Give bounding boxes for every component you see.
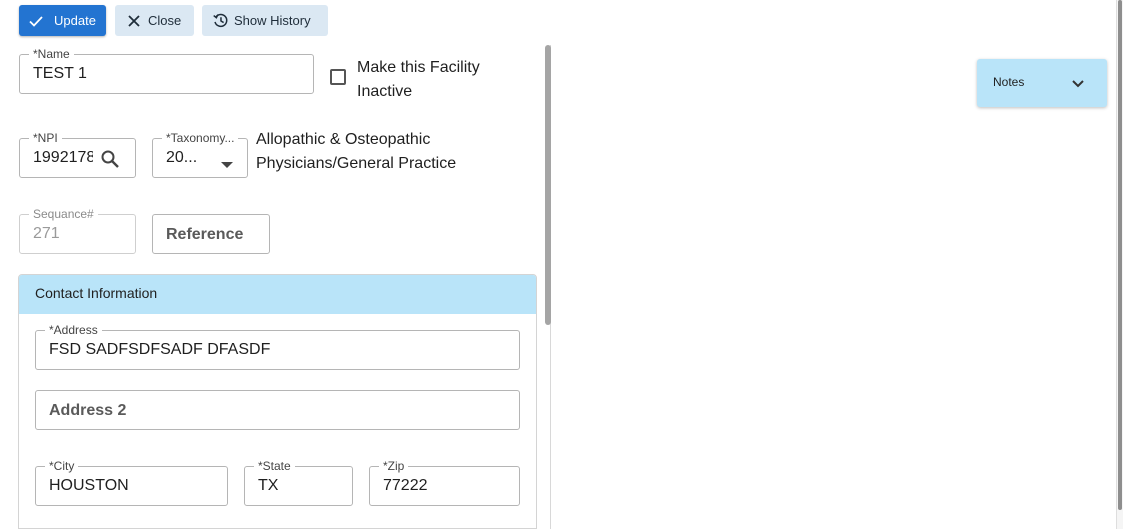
page-scrollbar[interactable] bbox=[1116, 0, 1123, 529]
reference-placeholder: Reference bbox=[166, 226, 244, 243]
update-button[interactable]: Update bbox=[19, 5, 106, 36]
notes-panel-toggle[interactable]: Notes bbox=[977, 59, 1107, 107]
inactive-label-line1: Make this Facility bbox=[357, 59, 480, 76]
address2-field[interactable]: Address 2 bbox=[35, 390, 520, 430]
show-history-label: Show History bbox=[234, 13, 311, 28]
npi-value: 1992178 bbox=[33, 149, 93, 166]
sequence-field: Sequance# 271 bbox=[19, 207, 136, 254]
zip-value: 77222 bbox=[383, 477, 428, 494]
notes-label: Notes bbox=[993, 75, 1025, 89]
address2-placeholder: Address 2 bbox=[49, 402, 127, 419]
check-icon bbox=[28, 13, 44, 29]
close-label: Close bbox=[148, 13, 182, 28]
taxonomy-description: Allopathic & Osteopathic Physicians/Gene… bbox=[256, 128, 456, 176]
name-field[interactable]: *Name TEST 1 bbox=[19, 47, 314, 94]
name-value: TEST 1 bbox=[33, 65, 87, 82]
city-field[interactable]: *City HOUSTON bbox=[35, 459, 228, 506]
show-history-button[interactable]: Show History bbox=[202, 5, 328, 36]
inactive-label: Make this Facility Inactive bbox=[357, 56, 480, 104]
taxonomy-description-line1: Allopathic & Osteopathic bbox=[256, 131, 431, 148]
npi-field[interactable]: *NPI 1992178 bbox=[19, 131, 136, 178]
close-button[interactable]: Close bbox=[115, 5, 194, 36]
contact-information-panel: Contact Information *Address FSD SADFSDF… bbox=[18, 274, 537, 529]
address-value: FSD SADFSDFSADF DFASDF bbox=[49, 341, 271, 358]
state-value: TX bbox=[258, 477, 279, 494]
inactive-checkbox[interactable] bbox=[330, 69, 346, 85]
zip-field[interactable]: *Zip 77222 bbox=[369, 459, 520, 506]
address-label: *Address bbox=[45, 323, 102, 337]
history-icon bbox=[212, 12, 229, 29]
city-value: HOUSTON bbox=[49, 477, 129, 494]
contact-information-title: Contact Information bbox=[35, 285, 158, 301]
npi-label: *NPI bbox=[29, 131, 62, 145]
taxonomy-description-line2: Physicians/General Practice bbox=[256, 155, 457, 172]
page-scrollbar-thumb[interactable] bbox=[1118, 0, 1122, 510]
taxonomy-select[interactable]: *Taxonomy... 20... bbox=[152, 131, 248, 178]
sequence-value: 271 bbox=[33, 225, 60, 242]
reference-field[interactable]: Reference bbox=[152, 214, 270, 254]
contact-information-header[interactable]: Contact Information bbox=[19, 275, 536, 314]
chevron-down-icon bbox=[1071, 76, 1085, 94]
inactive-label-line2: Inactive bbox=[357, 83, 413, 100]
taxonomy-label: *Taxonomy... bbox=[162, 131, 239, 145]
update-label: Update bbox=[54, 13, 96, 28]
city-label: *City bbox=[45, 459, 79, 473]
state-label: *State bbox=[254, 459, 295, 473]
left-pane-scrollbar[interactable] bbox=[545, 45, 551, 325]
name-label: *Name bbox=[29, 47, 74, 61]
taxonomy-value: 20... bbox=[166, 149, 198, 166]
close-icon bbox=[127, 14, 141, 28]
state-field[interactable]: *State TX bbox=[244, 459, 353, 506]
sequence-label: Sequance# bbox=[29, 207, 98, 221]
zip-label: *Zip bbox=[379, 459, 409, 473]
address-field[interactable]: *Address FSD SADFSDFSADF DFASDF bbox=[35, 323, 520, 370]
search-icon[interactable] bbox=[100, 149, 120, 174]
caret-down-icon bbox=[221, 156, 233, 174]
